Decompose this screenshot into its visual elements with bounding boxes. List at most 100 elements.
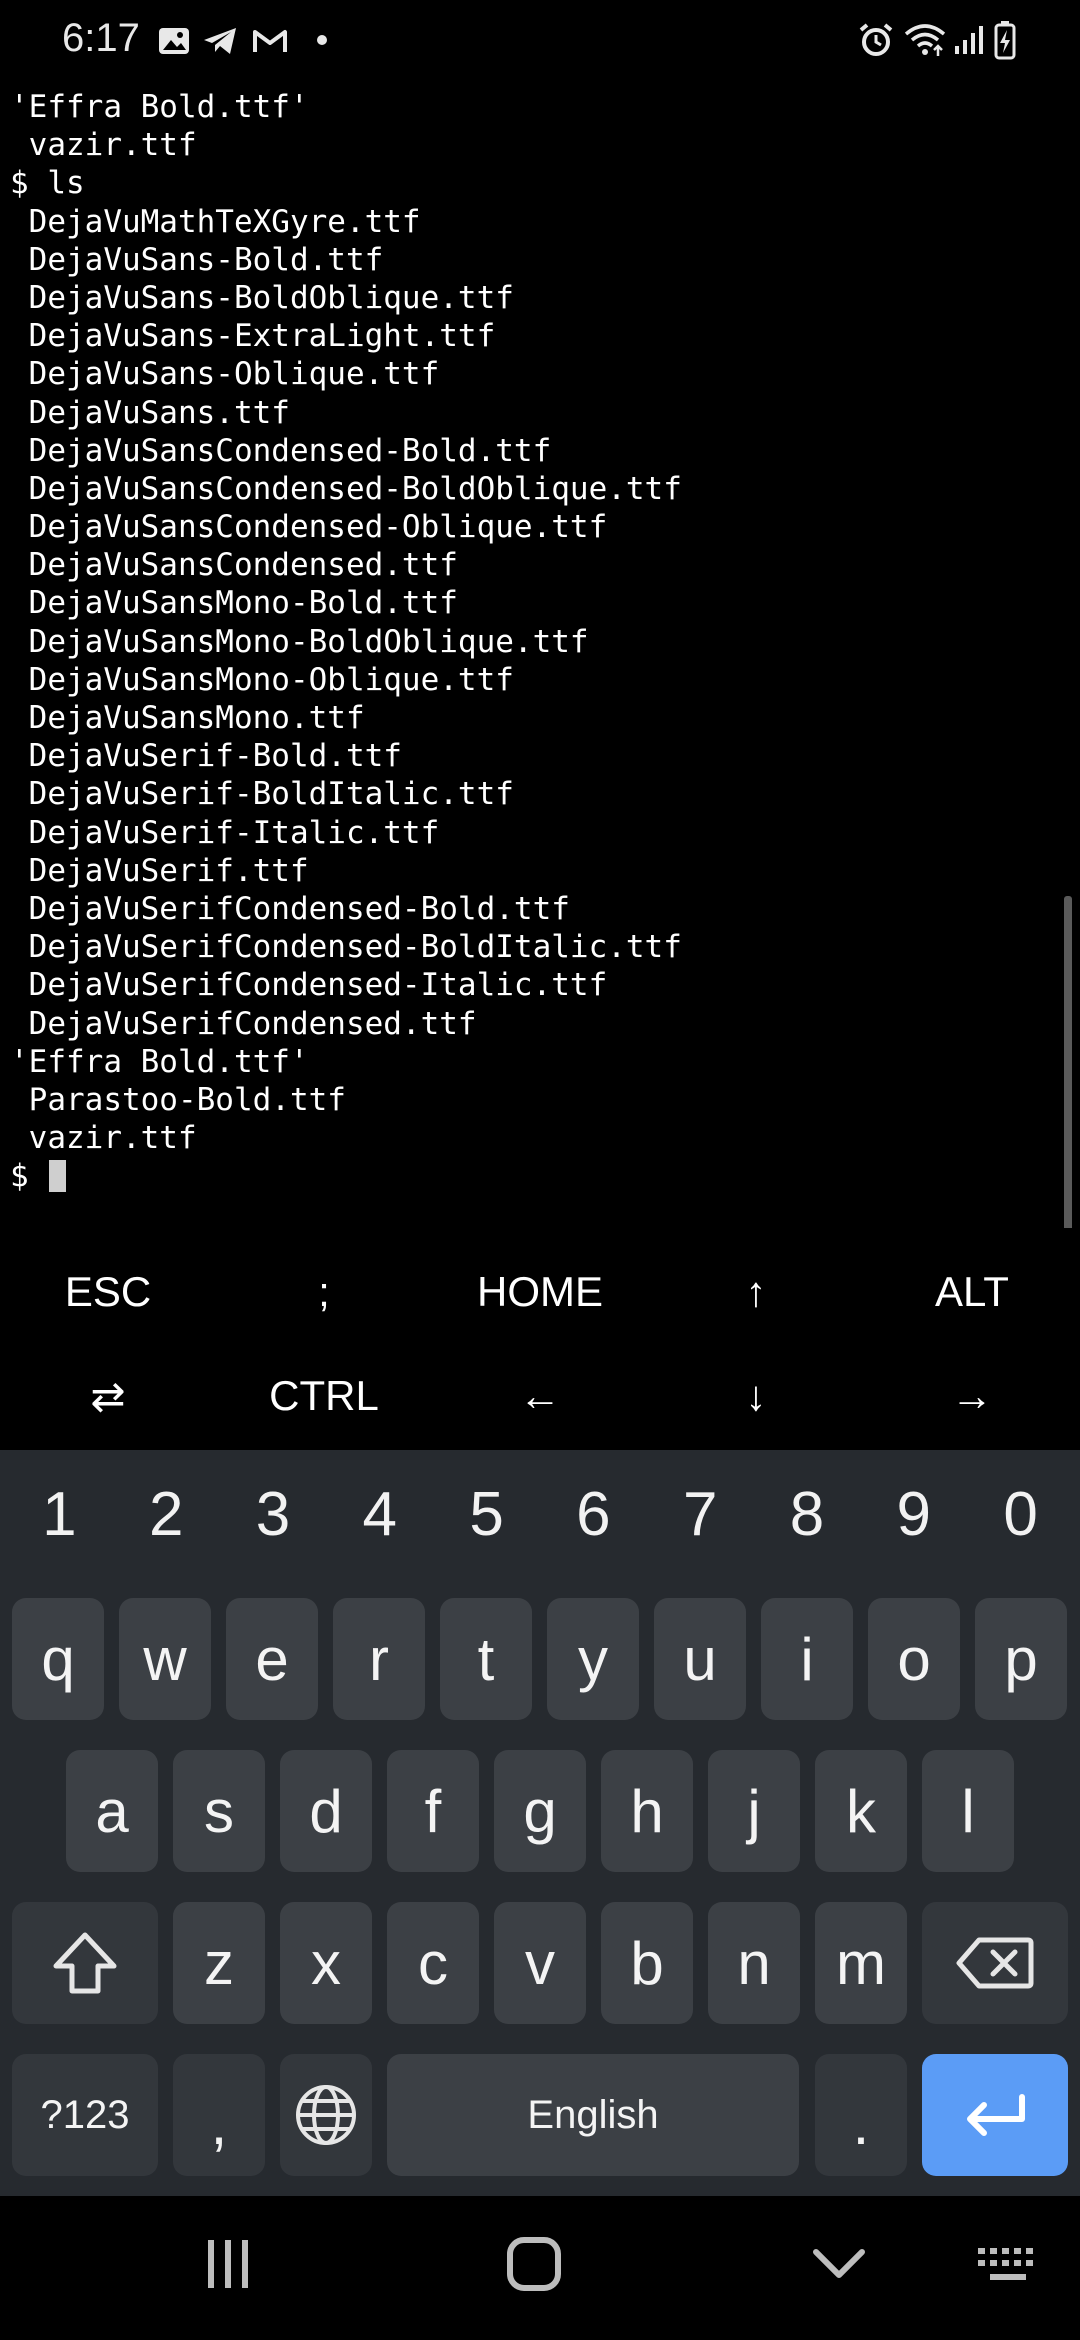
shift-icon [53, 1932, 117, 1994]
enter-key[interactable] [922, 2054, 1068, 2176]
navigation-bar [0, 2196, 1080, 2340]
key-f[interactable]: f [387, 1750, 479, 1872]
key-y[interactable]: y [547, 1598, 639, 1720]
key-m[interactable]: m [815, 1902, 907, 2024]
enter-icon [967, 2094, 1025, 2136]
key-s[interactable]: s [173, 1750, 265, 1872]
terminal-line: 'Effra Bold.ttf' [10, 1043, 309, 1080]
keyboard-row-2: a s d f g h j k l [0, 1750, 1080, 1872]
back-icon[interactable] [812, 2248, 866, 2280]
terminal-line: DejaVuSerif-Bold.ttf [10, 738, 402, 775]
terminal-line: DejaVuSerif.ttf [10, 852, 309, 889]
right-arrow-key[interactable]: → [864, 1344, 1080, 1448]
ctrl-key[interactable]: CTRL [216, 1344, 432, 1448]
status-bar: 6:17 [0, 0, 1080, 80]
terminal-line: vazir.ttf [10, 127, 197, 164]
keyboard-row-1: q w e r t y u i o p [0, 1598, 1080, 1720]
soft-keyboard: 1 2 3 4 5 6 7 8 9 0 q w e r t y u i o p … [0, 1450, 1080, 2196]
terminal-line: DejaVuSansCondensed-Bold.ttf [10, 432, 552, 469]
tab-key[interactable]: ⇄ [0, 1344, 216, 1448]
status-time: 6:17 [62, 16, 140, 60]
key-i[interactable]: i [761, 1598, 853, 1720]
backspace-icon [956, 1937, 1034, 1989]
terminal-scrollbar[interactable] [1064, 896, 1072, 1228]
wifi-icon [904, 24, 946, 56]
language-key[interactable] [280, 2054, 372, 2176]
key-5[interactable]: 5 [433, 1450, 540, 1578]
key-g[interactable]: g [494, 1750, 586, 1872]
terminal-line: 'Effra Bold.ttf' [10, 89, 309, 125]
terminal-line: DejaVuSans-ExtraLight.ttf [10, 318, 496, 355]
key-d[interactable]: d [280, 1750, 372, 1872]
key-7[interactable]: 7 [647, 1450, 754, 1578]
home-icon[interactable] [506, 2236, 562, 2292]
extra-keys-bar: ESC ; HOME ↑ ALT ⇄ CTRL ← ↓ → [0, 1240, 1080, 1448]
key-h[interactable]: h [601, 1750, 693, 1872]
key-n[interactable]: n [708, 1902, 800, 2024]
key-l[interactable]: l [922, 1750, 1014, 1872]
key-c[interactable]: c [387, 1902, 479, 2024]
key-j[interactable]: j [708, 1750, 800, 1872]
key-4[interactable]: 4 [326, 1450, 433, 1578]
terminal-output[interactable]: 'Effra Bold.ttf' vazir.ttf $ ls DejaVuMa… [0, 88, 1080, 1228]
home-key[interactable]: HOME [432, 1240, 648, 1344]
period-key[interactable]: . [815, 2054, 907, 2176]
terminal-line: DejaVuSansCondensed.ttf [10, 547, 458, 584]
key-t[interactable]: t [440, 1598, 532, 1720]
space-bar[interactable]: English [387, 2054, 799, 2176]
key-0[interactable]: 0 [967, 1450, 1074, 1578]
terminal-line: DejaVuSansCondensed-BoldOblique.ttf [10, 470, 682, 507]
terminal-line: DejaVuSansMono-Oblique.ttf [10, 661, 514, 698]
key-1[interactable]: 1 [6, 1450, 113, 1578]
terminal-line: DejaVuSerifCondensed.ttf [10, 1005, 477, 1042]
up-arrow-key[interactable]: ↑ [648, 1240, 864, 1344]
terminal-line: DejaVuSerifCondensed-Italic.ttf [10, 967, 608, 1004]
terminal-line: DejaVuSerifCondensed-BoldItalic.ttf [10, 929, 682, 966]
backspace-key[interactable] [922, 1902, 1068, 2024]
terminal-prompt[interactable]: $ [10, 1157, 682, 1195]
comma-key[interactable]: , [173, 2054, 265, 2176]
key-r[interactable]: r [333, 1598, 425, 1720]
battery-charging-icon [994, 21, 1016, 60]
key-3[interactable]: 3 [220, 1450, 327, 1578]
terminal-line: DejaVuMathTeXGyre.ttf [10, 203, 421, 240]
left-arrow-key[interactable]: ← [432, 1344, 648, 1448]
key-z[interactable]: z [173, 1902, 265, 2024]
symbols-key[interactable]: ?123 [12, 2054, 158, 2176]
key-8[interactable]: 8 [754, 1450, 861, 1578]
terminal-line: DejaVuSerifCondensed-Bold.ttf [10, 890, 570, 927]
key-u[interactable]: u [654, 1598, 746, 1720]
semicolon-key[interactable]: ; [216, 1240, 432, 1344]
terminal-line: DejaVuSansMono.ttf [10, 700, 365, 736]
key-9[interactable]: 9 [860, 1450, 967, 1578]
keyboard-number-row: 1 2 3 4 5 6 7 8 9 0 [0, 1450, 1080, 1578]
terminal-lines: 'Effra Bold.ttf' vazir.ttf $ ls DejaVuMa… [10, 88, 682, 1195]
keyboard-switch-icon[interactable] [976, 2246, 1040, 2286]
key-6[interactable]: 6 [540, 1450, 647, 1578]
terminal-line: DejaVuSansCondensed-Oblique.ttf [10, 509, 608, 546]
key-p[interactable]: p [975, 1598, 1067, 1720]
terminal-line: DejaVuSans-Oblique.ttf [10, 356, 440, 393]
alt-key[interactable]: ALT [864, 1240, 1080, 1344]
key-a[interactable]: a [66, 1750, 158, 1872]
key-e[interactable]: e [226, 1598, 318, 1720]
key-q[interactable]: q [12, 1598, 104, 1720]
key-o[interactable]: o [868, 1598, 960, 1720]
key-b[interactable]: b [601, 1902, 693, 2024]
gmail-icon [253, 30, 287, 52]
key-k[interactable]: k [815, 1750, 907, 1872]
terminal-line: DejaVuSerif-Italic.ttf [10, 814, 440, 851]
extra-keys-row-2: ⇄ CTRL ← ↓ → [0, 1344, 1080, 1448]
recents-icon[interactable] [204, 2236, 252, 2292]
terminal-line: DejaVuSans.ttf [10, 394, 290, 431]
key-2[interactable]: 2 [113, 1450, 220, 1578]
key-w[interactable]: w [119, 1598, 211, 1720]
shift-key[interactable] [12, 1902, 158, 2024]
terminal-cursor [49, 1160, 67, 1193]
terminal-line: DejaVuSans-BoldOblique.ttf [10, 279, 514, 316]
key-x[interactable]: x [280, 1902, 372, 2024]
terminal-line: DejaVuSerif-BoldItalic.ttf [10, 776, 514, 813]
esc-key[interactable]: ESC [0, 1240, 216, 1344]
key-v[interactable]: v [494, 1902, 586, 2024]
down-arrow-key[interactable]: ↓ [648, 1344, 864, 1448]
